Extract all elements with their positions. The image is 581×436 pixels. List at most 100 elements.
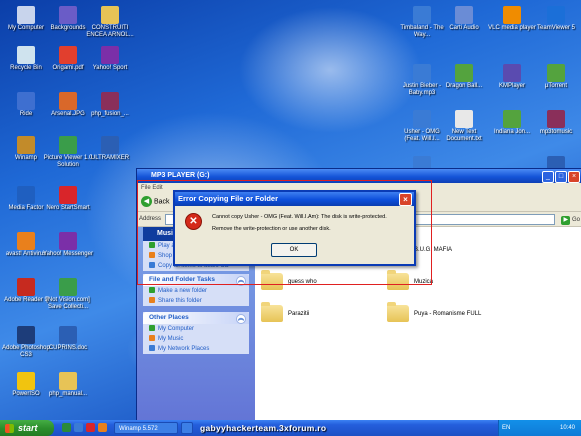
avast-icon <box>17 232 35 250</box>
minimize-button[interactable]: _ <box>542 171 554 183</box>
mp3-icon <box>413 110 431 128</box>
desktop-icon[interactable]: µTorrent <box>530 64 581 90</box>
recycle-bin-icon <box>17 46 35 64</box>
archive-icon <box>101 92 119 110</box>
desktop-icon-label: Nero StartSmart <box>46 205 90 211</box>
close-button[interactable]: × <box>568 171 580 183</box>
desktop-icon[interactable]: ULTRAMIXER <box>84 136 136 162</box>
poweriso-icon <box>17 372 35 390</box>
other-places-header[interactable]: Other Places ︽ <box>143 312 249 324</box>
firefox-icon[interactable] <box>98 423 107 432</box>
language-indicator[interactable]: EN <box>502 420 510 436</box>
desktop-icon-label: Dragon Ball... <box>445 83 483 89</box>
error-close-button[interactable]: × <box>399 193 412 206</box>
system-tray: EN 10:40 <box>498 420 581 436</box>
folder-icon <box>101 6 119 24</box>
desktop-icon[interactable]: [Not Vision.com] Save Collecti... <box>42 278 94 311</box>
error-detail: Remove the write-protection or use anoth… <box>212 226 331 232</box>
taskbar-task-winamp[interactable]: Winamp 5.572 <box>114 422 178 434</box>
teamviewer-icon <box>547 6 565 24</box>
go-arrow-icon: ▶ <box>561 216 571 225</box>
file-item[interactable]: Puya - Romanisme FULL <box>387 302 527 322</box>
desktop-icon-label: ULTRAMIXER <box>90 155 130 161</box>
file-name: Parazitii <box>288 311 310 318</box>
folder-icon <box>59 6 77 24</box>
file-item[interactable]: Parazitii <box>261 302 401 322</box>
task-link[interactable]: My Network Places <box>143 344 249 354</box>
desktop-icon-label: New Text Document.txt <box>446 129 482 142</box>
go-button[interactable]: ▶ Go <box>561 213 580 227</box>
error-dialog-title-bar[interactable]: Error Copying File or Folder × <box>175 192 414 206</box>
internet-explorer-icon[interactable] <box>74 423 83 432</box>
task-icon <box>149 345 155 352</box>
kmplayer-icon <box>503 64 521 82</box>
desktop-icon-label: php_manual... <box>48 391 88 397</box>
desktop-icon[interactable]: Yahoo! Sport <box>84 46 136 72</box>
my-computer-icon <box>17 6 35 24</box>
desktop-icon[interactable]: mp3tomusic <box>530 110 581 136</box>
ride-icon <box>17 92 35 110</box>
word-doc-icon <box>59 326 77 344</box>
task-link[interactable]: Make a new folder <box>143 286 249 296</box>
media-player-icon[interactable] <box>86 423 95 432</box>
archive-icon <box>547 110 565 128</box>
desktop: My Computer Recycle Bin Ride Winamp Media Fa… <box>0 0 581 420</box>
desktop-icon[interactable]: CONSTRUITI ENCEA ARNOL... <box>84 6 136 39</box>
desktop-icon[interactable]: php_fusion_... <box>84 92 136 118</box>
audio-icon <box>455 6 473 24</box>
explorer-window-controls: _ □ × <box>542 171 580 183</box>
collapse-chevron-icon[interactable]: ︽ <box>236 314 246 324</box>
file-name: Puya - Romanisme FULL <box>414 311 482 318</box>
desktop-icon[interactable]: New Text Document.txt <box>438 110 490 143</box>
task-link[interactable]: Share this folder <box>143 296 249 306</box>
desktop-icon-label: CONSTRUITI ENCEA ARNOL... <box>86 25 134 38</box>
error-dialog[interactable]: Error Copying File or Folder × ✕ Cannot … <box>173 190 416 266</box>
task-link-label: Make a new folder <box>158 288 208 294</box>
task-link-label: My Music <box>158 336 184 342</box>
clock: 10:40 <box>559 425 575 431</box>
task-link[interactable]: My Music <box>143 334 249 344</box>
error-message: Cannot copy Usher - OMG (Feat. Will.I.Am… <box>212 214 387 220</box>
go-label: Go <box>571 217 580 223</box>
task-link-label: My Computer <box>158 326 195 332</box>
desktop-icon[interactable]: Carti Audio <box>438 6 490 32</box>
folder-icon <box>387 302 409 322</box>
desktop-icon[interactable]: Yahoo! Messenger <box>42 232 94 258</box>
desktop-icon-label: TeamViewer 5 <box>537 25 575 31</box>
desktop-icon[interactable]: Dragon Ball... <box>438 64 490 90</box>
start-button[interactable]: start <box>0 420 54 436</box>
desktop-icon-label: [Not Vision.com] Save Collecti... <box>46 297 90 310</box>
utorrent-icon <box>547 64 565 82</box>
other-places-panel: Other Places ︽ My Computer My Music My Net… <box>143 312 249 354</box>
explorer-title: MP3 PLAYER (G:) <box>151 172 210 179</box>
task-link[interactable]: My Computer <box>143 324 249 334</box>
task-link-label: Share this folder <box>158 298 202 304</box>
utorrent-icon <box>455 64 473 82</box>
desktop-icon[interactable]: Nero StartSmart <box>42 186 94 212</box>
desktop-icon-label: php_fusion_... <box>91 111 129 117</box>
word-doc-icon <box>101 136 119 154</box>
photoshop-icon <box>17 326 35 344</box>
desktop-icon[interactable]: TeamViewer 5 <box>530 6 581 32</box>
show-desktop-icon[interactable] <box>62 423 71 432</box>
start-label: start <box>18 423 38 433</box>
task-icon <box>149 297 155 304</box>
desktop-icon[interactable]: CUPRINS.doc <box>42 326 94 352</box>
error-icon: ✕ <box>185 213 202 230</box>
taskbar-task-explorer[interactable] <box>181 422 193 434</box>
desktop-icon-label: µTorrent <box>544 83 568 89</box>
file-folder-tasks-list: Make a new folder Share this folder <box>143 286 249 306</box>
maximize-button[interactable]: □ <box>555 171 567 183</box>
ok-button[interactable]: OK <box>271 243 317 257</box>
help-icon <box>59 372 77 390</box>
other-places-title: Other Places <box>149 314 189 321</box>
vlc-icon <box>503 6 521 24</box>
utorrent-icon <box>503 110 521 128</box>
task-link-label: My Network Places <box>158 346 210 352</box>
desktop-icon-label: CUPRINS.doc <box>48 345 88 351</box>
desktop-icon[interactable]: php_manual... <box>42 372 94 398</box>
mp3-icon <box>413 6 431 24</box>
text-doc-icon <box>455 110 473 128</box>
media-icon <box>17 186 35 204</box>
desktop-icon-label: Yahoo! Sport <box>92 65 128 71</box>
